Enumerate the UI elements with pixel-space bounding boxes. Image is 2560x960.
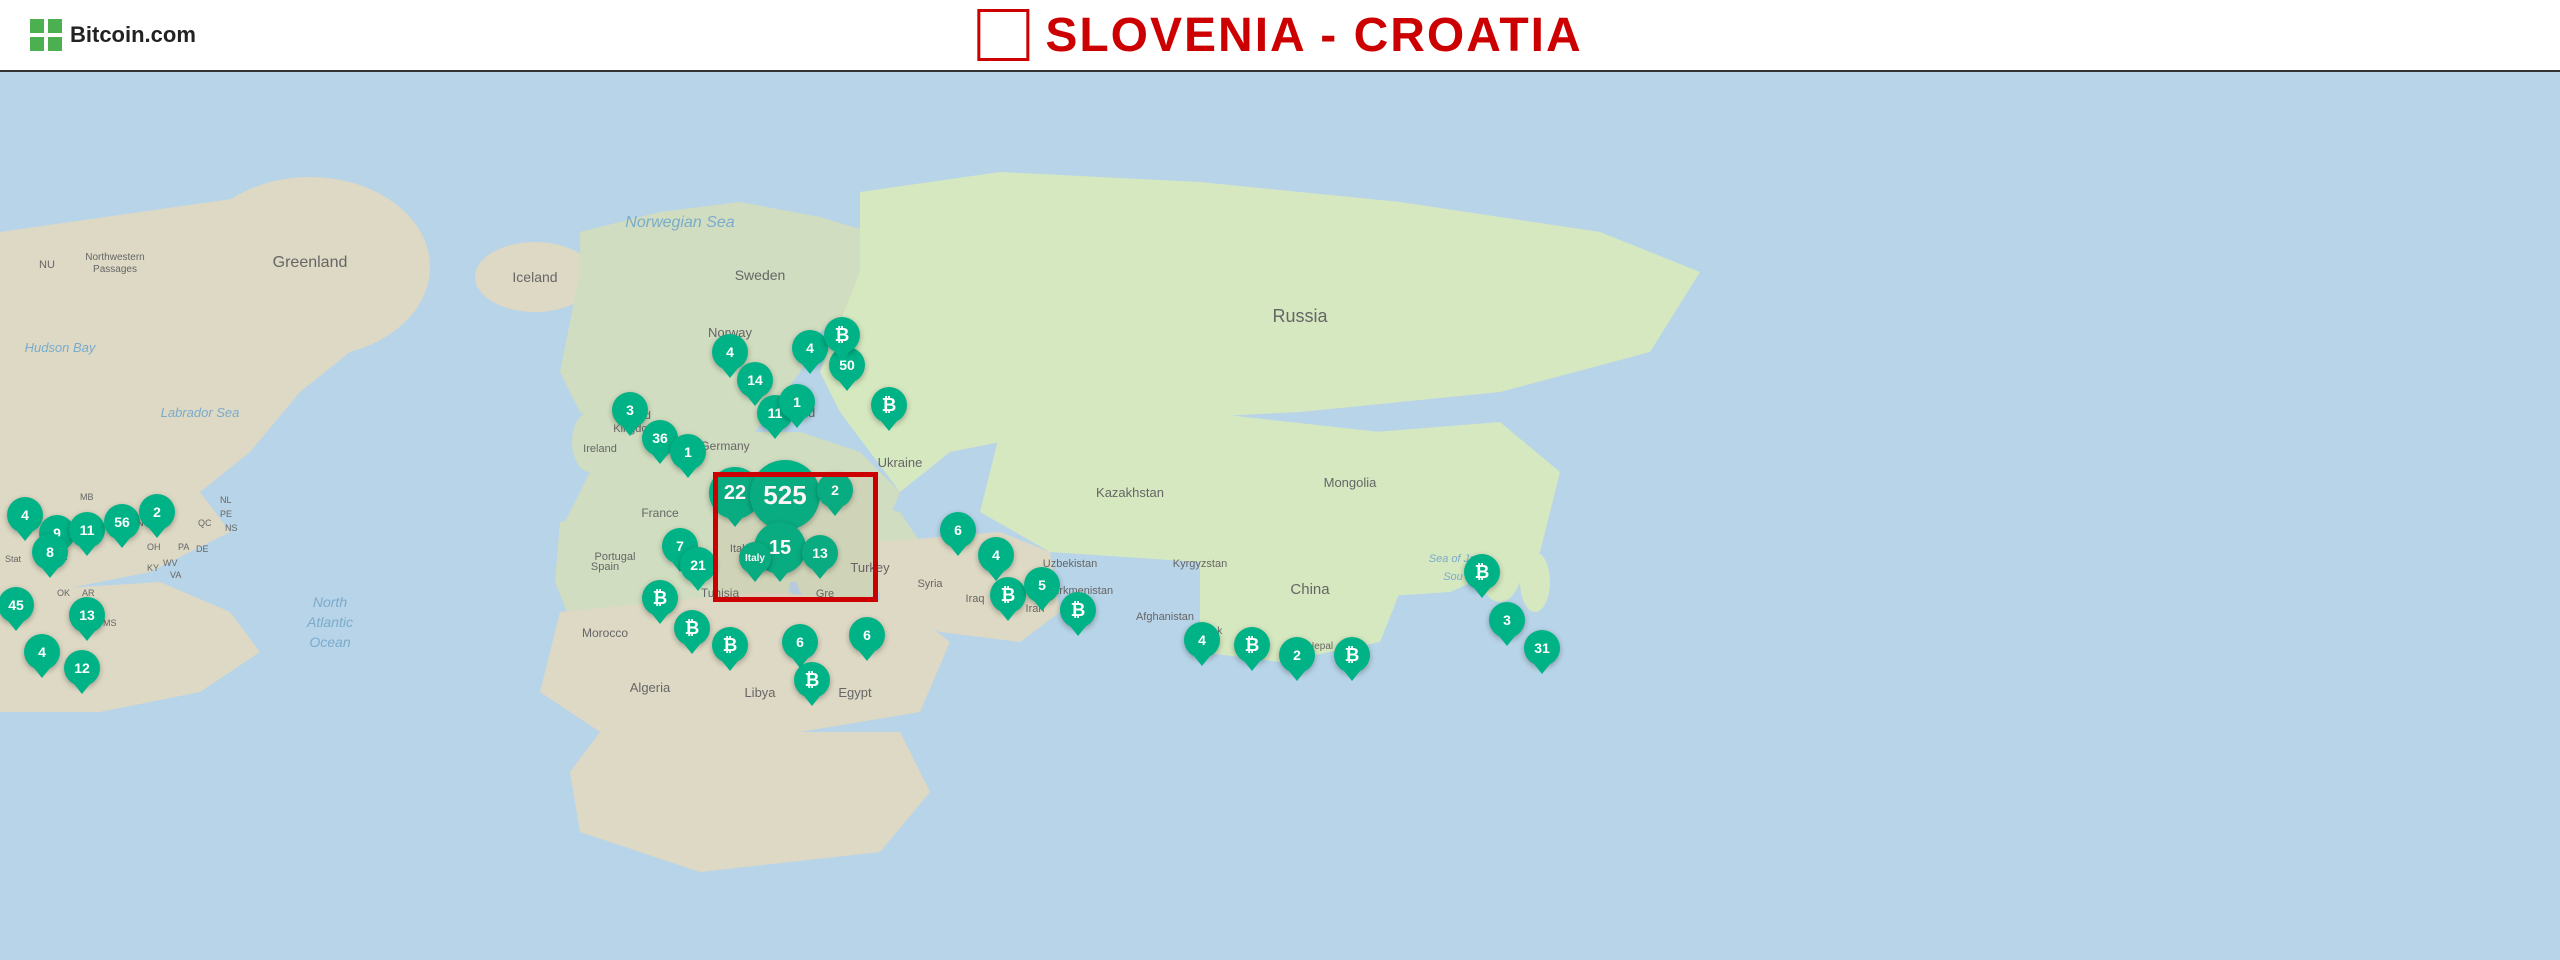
marker-13-us[interactable]: 13 <box>69 597 105 633</box>
marker-3-sea[interactable]: 3 <box>1489 602 1525 638</box>
marker-bubble: 4 <box>24 634 60 670</box>
marker-bubble: 4 <box>978 537 1014 573</box>
marker-poland[interactable]: 1 <box>779 384 815 420</box>
marker-bubble-bitcoin: ₿ <box>990 577 1026 613</box>
marker-bubble: 2 <box>1279 637 1315 673</box>
marker-bubble: 12 <box>64 650 100 686</box>
marker-bubble: 6 <box>849 617 885 653</box>
marker-bubble: 2 <box>817 472 853 508</box>
marker-bubble: 525 <box>750 460 820 530</box>
header: Bitcoin.com SLOVENIA - CROATIA <box>0 0 2560 72</box>
marker-bitcoin-iran[interactable]: ₿ <box>1060 592 1096 628</box>
marker-21[interactable]: 21 <box>680 547 716 583</box>
marker-11-us[interactable]: 11 <box>69 512 105 548</box>
marker-bubble-bitcoin: ₿ <box>674 610 710 646</box>
marker-bubble: 1 <box>670 434 706 470</box>
marker-bitcoin-me[interactable]: ₿ <box>990 577 1026 613</box>
marker-bubble: 8 <box>32 534 68 570</box>
marker-525[interactable]: 525 <box>750 460 820 530</box>
marker-12-us[interactable]: 12 <box>64 650 100 686</box>
marker-bubble: 6 <box>940 512 976 548</box>
map-container[interactable]: Norwegian Sea Greenland Iceland Sweden R… <box>0 72 2560 960</box>
marker-bubble: 3 <box>1489 602 1525 638</box>
marker-sweden[interactable]: 4 <box>792 330 828 366</box>
marker-bubble: 5 <box>1024 567 1060 603</box>
marker-bitcoin-poland[interactable]: ₿ <box>871 387 907 423</box>
marker-italy[interactable]: Italy <box>739 542 771 574</box>
marker-31[interactable]: 31 <box>1524 630 1560 666</box>
marker-bubble: 56 <box>104 504 140 540</box>
marker-bubble: 4 <box>1184 622 1220 658</box>
marker-bubble: 13 <box>802 535 838 571</box>
marker-bubble: 31 <box>1524 630 1560 666</box>
marker-bubble: 14 <box>737 362 773 398</box>
page-title: SLOVENIA - CROATIA <box>1045 8 1582 63</box>
marker-2-india[interactable]: 2 <box>1279 637 1315 673</box>
marker-8-us[interactable]: 8 <box>32 534 68 570</box>
marker-bubble: 2 <box>139 494 175 530</box>
marker-bitcoin-portugal[interactable]: ₿ <box>642 580 678 616</box>
marker-4-us-south[interactable]: 4 <box>24 634 60 670</box>
marker-bitcoin-egypt[interactable]: ₿ <box>794 662 830 698</box>
marker-bitcoin-japan[interactable]: ₿ <box>1464 554 1500 590</box>
marker-denmark[interactable]: 14 <box>737 362 773 398</box>
bitcoin-logo-icon <box>30 19 62 51</box>
marker-4-me[interactable]: 4 <box>978 537 1014 573</box>
marker-bubble-bitcoin: ₿ <box>1060 592 1096 628</box>
marker-france[interactable]: 1 <box>670 434 706 470</box>
logo: Bitcoin.com <box>30 19 196 51</box>
marker-bubble-bitcoin: ₿ <box>642 580 678 616</box>
marker-bitcoin-finland[interactable]: ₿ <box>824 317 860 353</box>
markers-layer: 3 36 1 4 14 4 50 ₿ 11 1 ₿ <box>0 72 2560 960</box>
marker-4-pak[interactable]: 4 <box>1184 622 1220 658</box>
marker-bubble-bitcoin: ₿ <box>794 662 830 698</box>
logo-text: Bitcoin.com <box>70 22 196 48</box>
marker-bubble-bitcoin: ₿ <box>824 317 860 353</box>
marker-6-ukraine[interactable]: 6 <box>940 512 976 548</box>
marker-6-egypt[interactable]: 6 <box>849 617 885 653</box>
marker-bubble: 45 <box>0 587 34 623</box>
marker-bubble: 1 <box>779 384 815 420</box>
marker-bubble: 21 <box>680 547 716 583</box>
marker-bubble: 4 <box>7 497 43 533</box>
title-box <box>977 9 1029 61</box>
marker-56-us[interactable]: 56 <box>104 504 140 540</box>
marker-6-libya[interactable]: 6 <box>782 624 818 660</box>
marker-bitcoin-morocco[interactable]: ₿ <box>674 610 710 646</box>
marker-bubble: 13 <box>69 597 105 633</box>
marker-2[interactable]: 2 <box>817 472 853 508</box>
marker-bubble: 11 <box>69 512 105 548</box>
marker-bitcoin-tunisia[interactable]: ₿ <box>712 627 748 663</box>
marker-bitcoin-india[interactable]: ₿ <box>1234 627 1270 663</box>
marker-2-canada[interactable]: 2 <box>139 494 175 530</box>
marker-bubble-bitcoin: ₿ <box>871 387 907 423</box>
marker-bitcoin-nepal[interactable]: ₿ <box>1334 637 1370 673</box>
marker-bubble: 6 <box>782 624 818 660</box>
marker-4-canada[interactable]: 4 <box>7 497 43 533</box>
marker-45-us[interactable]: 45 <box>0 587 34 623</box>
marker-13-balkans[interactable]: 13 <box>802 535 838 571</box>
marker-bubble-bitcoin: ₿ <box>1334 637 1370 673</box>
marker-bubble-bitcoin: ₿ <box>712 627 748 663</box>
marker-bubble-bitcoin: ₿ <box>1234 627 1270 663</box>
marker-bubble: 4 <box>792 330 828 366</box>
marker-bubble: Italy <box>739 542 771 574</box>
marker-5-iran[interactable]: 5 <box>1024 567 1060 603</box>
title-area: SLOVENIA - CROATIA <box>977 8 1582 63</box>
marker-bubble-bitcoin: ₿ <box>1464 554 1500 590</box>
